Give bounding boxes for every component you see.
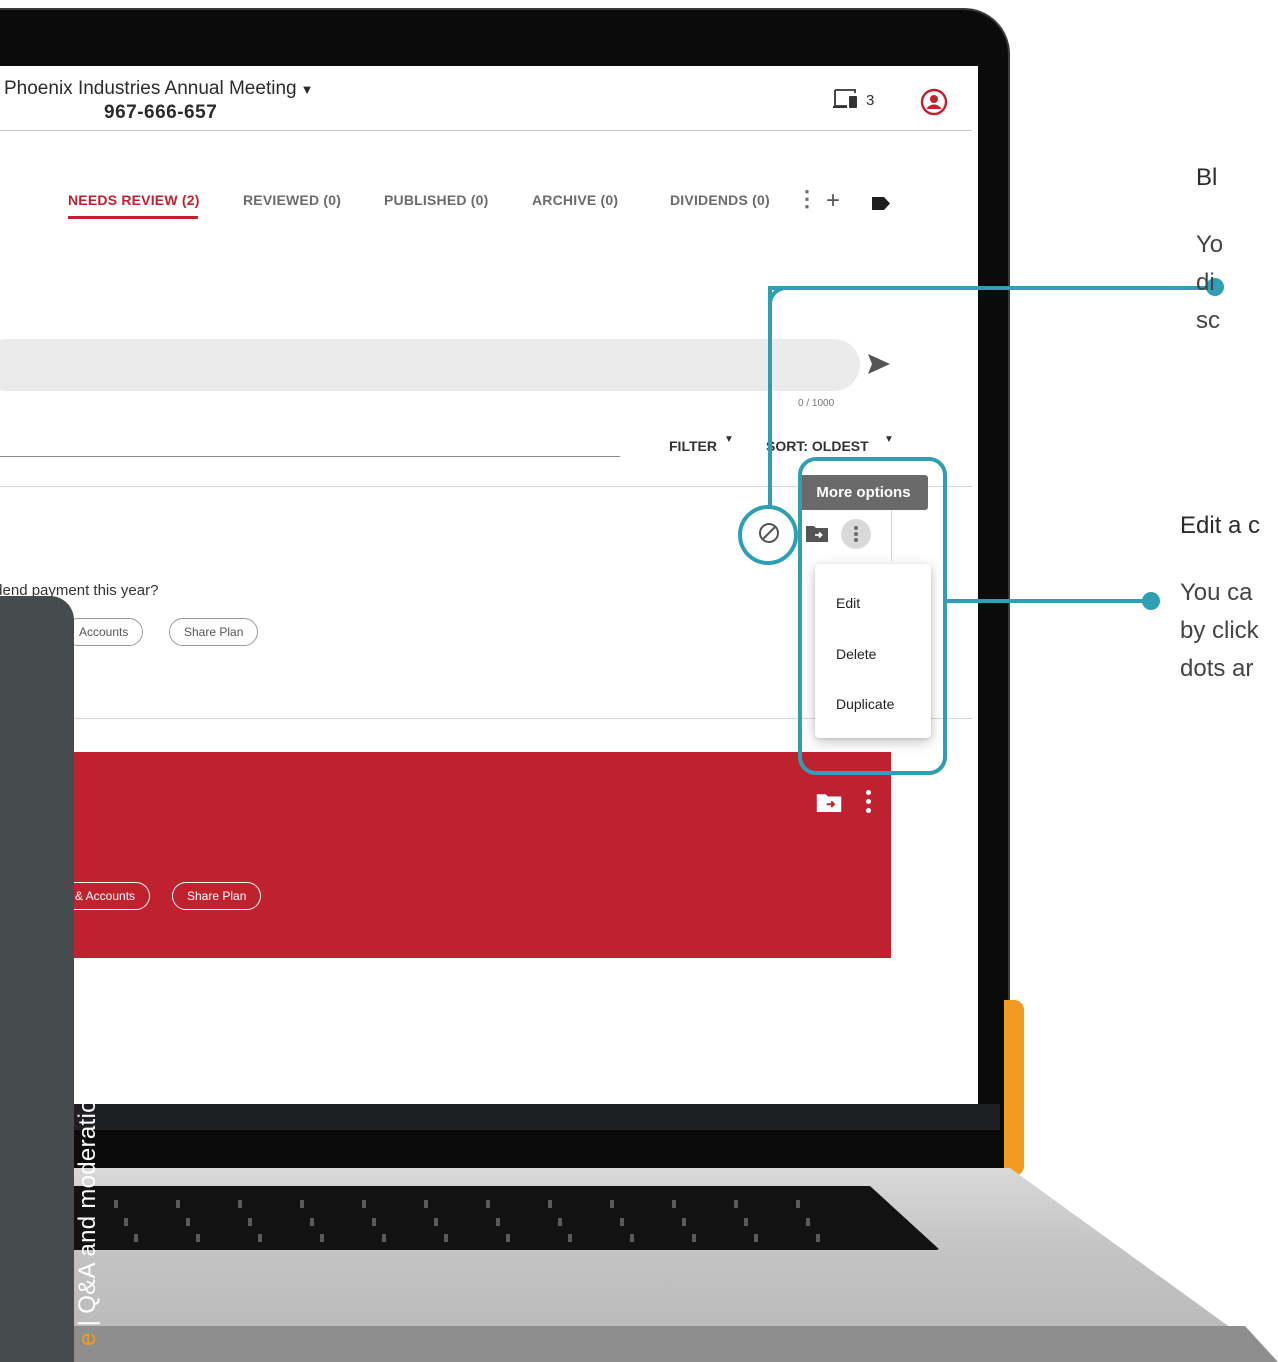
meeting-id: 967-666-657 — [104, 102, 218, 123]
callout-line — [768, 290, 772, 506]
tab-dividends[interactable]: DIVIDENDS (0) — [670, 192, 770, 208]
add-tab-icon[interactable]: + — [826, 189, 840, 213]
edit-callout-line: dots ar — [1180, 655, 1254, 682]
block-callout-title: Bl — [1196, 164, 1218, 191]
tab-needs-review[interactable]: NEEDS REVIEW (2) — [68, 192, 200, 208]
keyboard — [60, 1186, 940, 1250]
search-field-underline[interactable] — [0, 456, 620, 457]
tag-icon[interactable] — [872, 197, 890, 210]
callout-dot — [1142, 592, 1160, 610]
char-counter: 0 / 1000 — [798, 398, 835, 409]
question-input[interactable] — [0, 339, 860, 391]
laptop-base-rim — [0, 1326, 1278, 1362]
move-to-folder-icon[interactable] — [816, 792, 842, 812]
side-panel-accent: e — [74, 1332, 101, 1346]
edit-callout-title: Edit a c — [1180, 512, 1261, 539]
sort-button[interactable]: SORT: OLDEST — [766, 438, 869, 454]
block-callout-line: Yo — [1196, 231, 1224, 258]
tab-published[interactable]: PUBLISHED (0) — [384, 192, 489, 208]
laptop-bezel — [0, 1104, 1000, 1130]
send-icon[interactable] — [868, 354, 890, 374]
laptop-edge — [1004, 1000, 1024, 1176]
menu-highlight-box — [798, 457, 947, 775]
side-panel-title: Q&A and moderation — [74, 1085, 101, 1314]
meeting-selector[interactable]: Phoenix Industries Annual Meeting ▼ — [4, 78, 313, 100]
callout-line — [768, 286, 1218, 290]
edit-callout-line: by click — [1180, 617, 1259, 644]
meeting-title: Phoenix Industries Annual Meeting — [4, 78, 297, 99]
tag-chip[interactable]: Accounts — [64, 618, 144, 646]
tabs-more-icon[interactable]: ⋮ — [796, 188, 818, 210]
user-account-icon[interactable] — [920, 88, 948, 116]
device-count: 3 — [866, 92, 875, 109]
side-panel-separator: | — [74, 1319, 101, 1327]
caret-down-icon: ▼ — [300, 82, 314, 97]
devices-icon[interactable] — [832, 88, 858, 110]
callout-corner — [768, 286, 798, 316]
header-divider — [0, 130, 972, 131]
filter-button[interactable]: FILTER — [669, 438, 717, 454]
callout-line — [946, 599, 1146, 603]
tab-archive[interactable]: ARCHIVE (0) — [532, 192, 618, 208]
filter-caret-icon: ▼ — [724, 434, 734, 445]
tag-chip[interactable]: Share Plan — [169, 618, 259, 646]
edit-callout-line: You ca — [1180, 579, 1253, 606]
sort-caret-icon: ▼ — [884, 434, 894, 445]
tab-reviewed[interactable]: REVIEWED (0) — [243, 192, 341, 208]
active-tab-indicator — [68, 216, 198, 219]
tag-chip[interactable]: Share Plan — [172, 882, 262, 910]
block-callout-line: sc — [1196, 307, 1220, 334]
side-panel — [0, 596, 74, 1362]
selected-question-card[interactable]: & Accounts Share Plan — [0, 752, 891, 958]
more-options-icon[interactable] — [866, 790, 872, 814]
block-callout-line: di — [1196, 269, 1215, 296]
block-highlight-circle — [738, 505, 798, 565]
side-panel-label: e | Q&A and moderation — [74, 1086, 102, 1346]
trackpad — [520, 1252, 670, 1332]
